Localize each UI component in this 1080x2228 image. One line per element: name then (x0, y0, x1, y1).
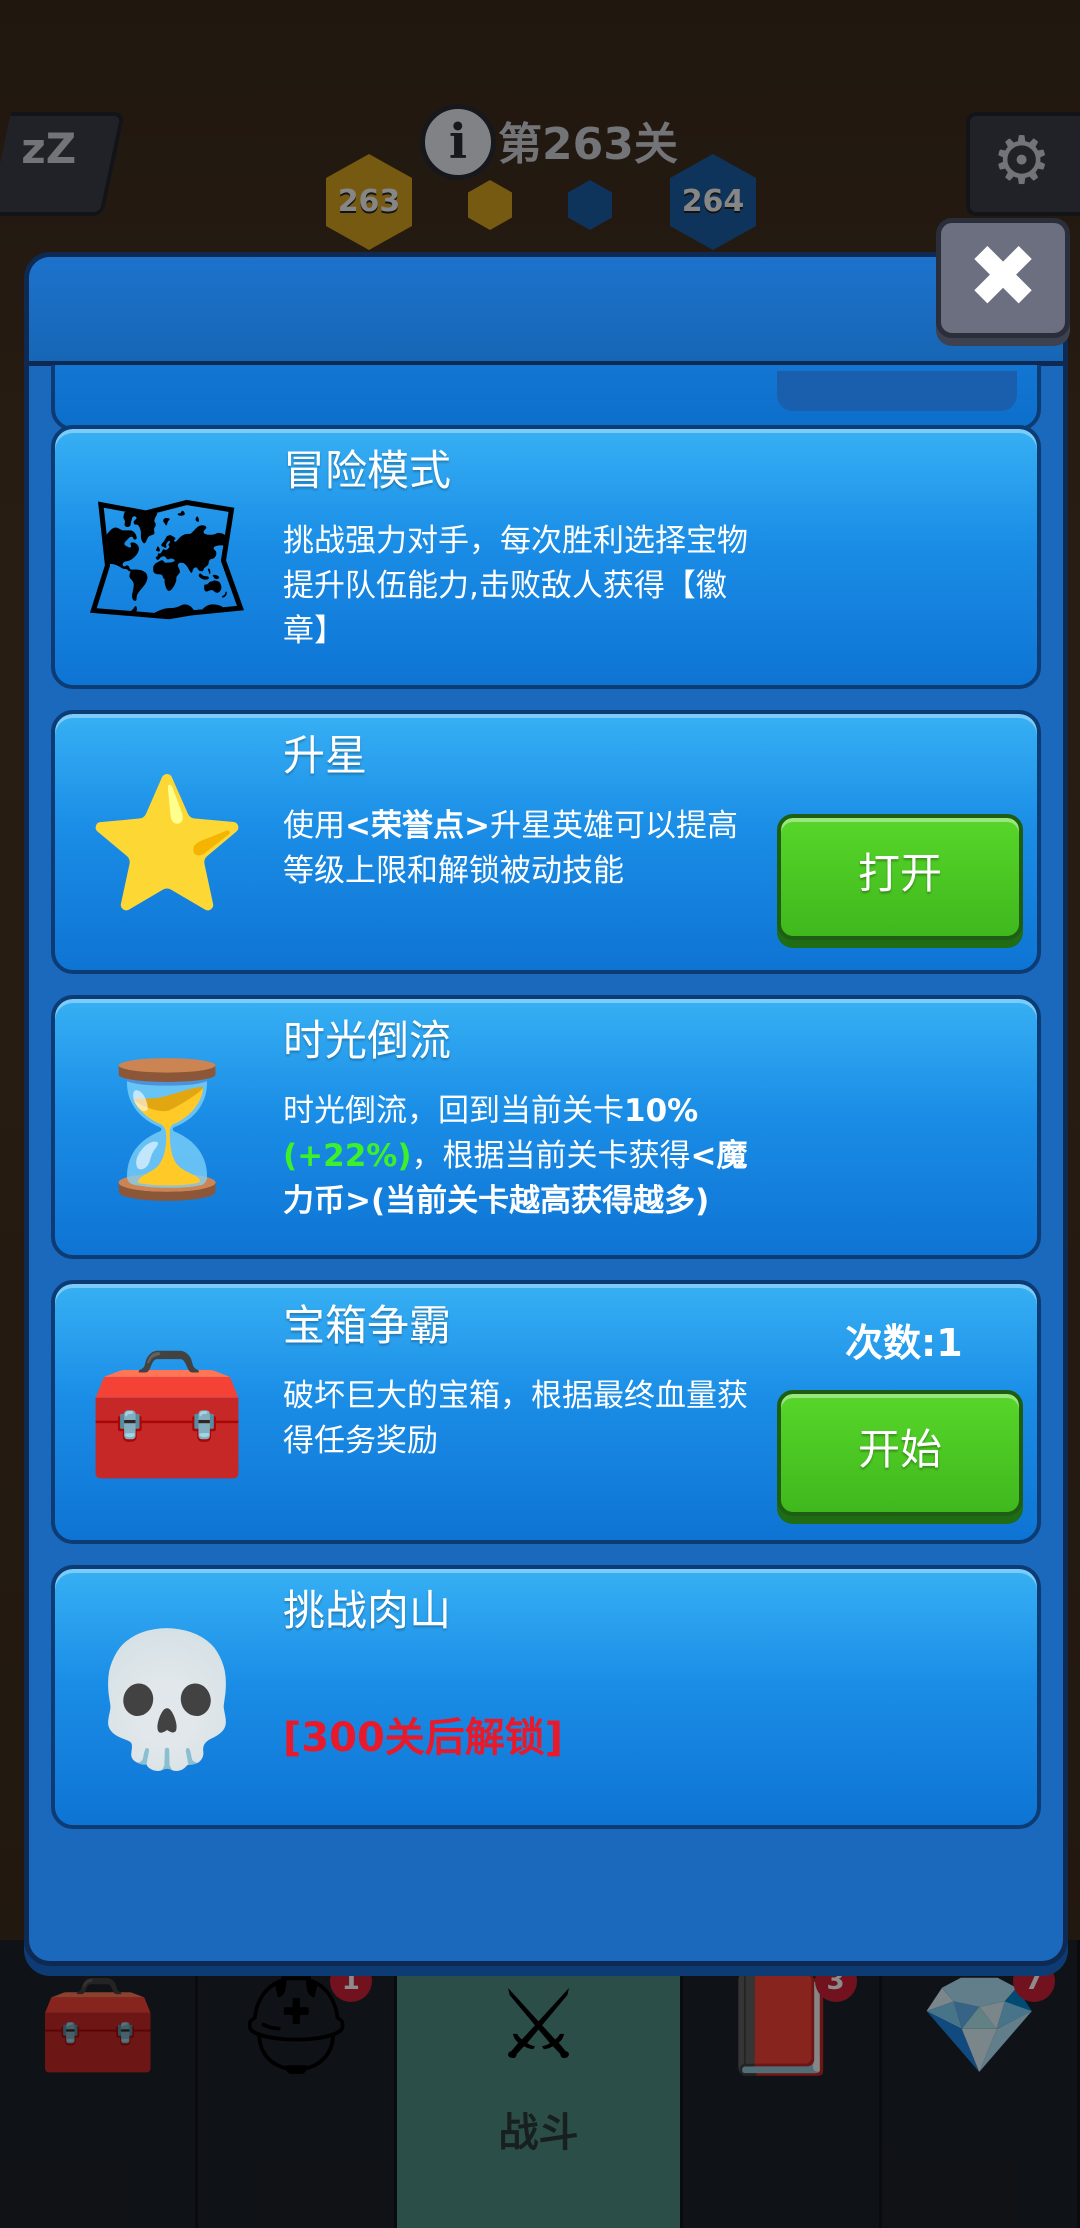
close-icon: ✖ (966, 227, 1040, 327)
star-icon: ⭐ (86, 768, 248, 920)
start-button[interactable]: 开始 (777, 1390, 1023, 1516)
mode-description: 使用<荣誉点>升星英雄可以提高等级上限和解锁被动技能 (283, 808, 738, 889)
mode-description: 挑战强力对手，每次胜利选择宝物提升队伍能力,击败敌人获得【徽章】 (283, 523, 748, 649)
mode-card-chest-battle: 🧰 宝箱争霸 次数:1 破坏巨大的宝箱，根据最终血量获得任务奖励 开始 (51, 1280, 1041, 1544)
treasure-map-icon: 🗺 (84, 483, 250, 635)
partially-visible-card (51, 365, 1041, 431)
game-modes-modal: 🗺 冒险模式 挑战强力对手，每次胜利选择宝物提升队伍能力,击败敌人获得【徽章】 … (24, 252, 1068, 1966)
modes-list[interactable]: 🗺 冒险模式 挑战强力对手，每次胜利选择宝物提升队伍能力,击败敌人获得【徽章】 … (29, 365, 1063, 1961)
mode-description: 破坏巨大的宝箱，根据最终血量获得任务奖励 (283, 1378, 748, 1459)
mode-title: 时光倒流 (283, 1016, 452, 1065)
mode-title: 挑战肉山 (283, 1586, 452, 1635)
treasure-chest-icon: 🧰 (86, 1338, 248, 1490)
mode-title: 冒险模式 (283, 446, 452, 495)
hourglass-icon: ⏳ (86, 1053, 248, 1205)
attempts-count: 次数:1 (845, 1321, 963, 1365)
locked-text: [300关后解锁] (283, 1715, 564, 1761)
mode-card-time-rewind: ⏳ 时光倒流 时光倒流，回到当前关卡10%(+22%)，根据当前关卡获得<魔力币… (51, 995, 1041, 1259)
mode-title: 升星 (283, 731, 368, 780)
skull-icon: 💀 (86, 1623, 248, 1775)
mode-card-star-up: ⭐ 升星 使用<荣誉点>升星英雄可以提高等级上限和解锁被动技能 打开 (51, 710, 1041, 974)
mode-card-roshan-challenge: 💀 挑战肉山 [300关后解锁] (51, 1565, 1041, 1829)
close-button[interactable]: ✖ (936, 218, 1070, 338)
mode-description: 时光倒流，回到当前关卡10%(+22%)，根据当前关卡获得<魔力币>(当前关卡越… (283, 1093, 748, 1219)
open-button[interactable]: 打开 (777, 814, 1023, 940)
mode-title: 宝箱争霸 (283, 1301, 452, 1350)
partially-visible-button[interactable] (777, 371, 1017, 411)
modal-header (29, 257, 1063, 366)
mode-card-adventure: 🗺 冒险模式 挑战强力对手，每次胜利选择宝物提升队伍能力,击败敌人获得【徽章】 (51, 425, 1041, 689)
